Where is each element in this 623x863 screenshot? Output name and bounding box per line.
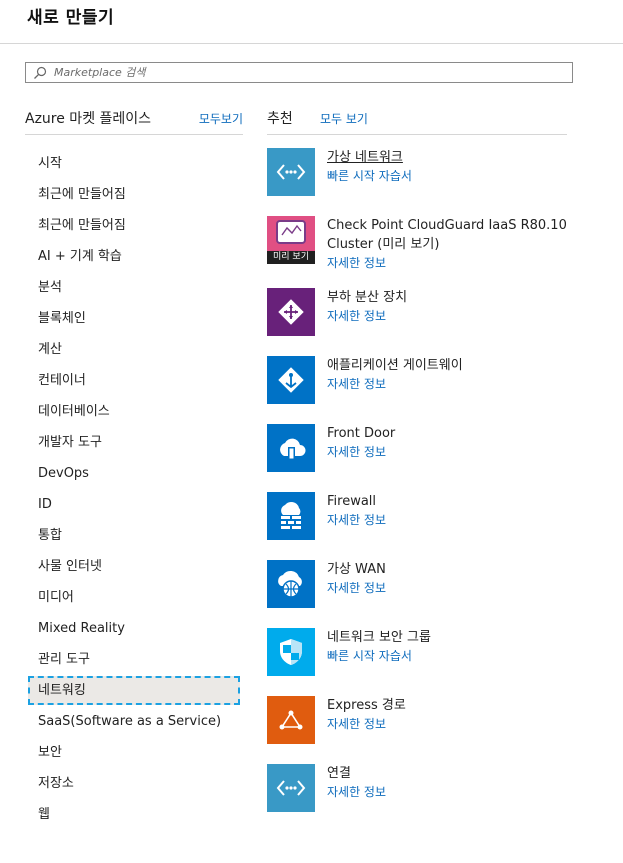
featured-item[interactable]: Express 경로 자세한 정보 xyxy=(267,696,597,764)
marketplace-heading: Azure 마켓 플레이스 xyxy=(25,111,152,127)
page-title: 새로 만들기 xyxy=(27,8,115,28)
featured-item-link[interactable]: 자세한 정보 xyxy=(327,715,595,733)
category-item-selected[interactable]: 네트워킹 xyxy=(28,676,240,705)
featured-item-name[interactable]: 가상 WAN xyxy=(327,560,595,579)
marketplace-search-box[interactable] xyxy=(25,62,573,83)
featured-item-link[interactable]: 자세한 정보 xyxy=(327,443,595,461)
featured-item-link[interactable]: 자세한 정보 xyxy=(327,783,595,801)
search-icon xyxy=(34,66,47,79)
marketplace-header: Azure 마켓 플레이스 모두보기 xyxy=(25,108,243,135)
shield-icon xyxy=(267,628,315,676)
category-item[interactable]: Mixed Reality xyxy=(28,613,240,644)
category-list: 시작 최근에 만들어짐 최근에 만들어짐 AI + 기계 학습 분석 블록체인 … xyxy=(28,148,240,830)
checkpoint-logo-icon: 미리 보기 xyxy=(267,216,315,264)
featured-item-name[interactable]: 가상 네트워크 xyxy=(327,148,595,167)
featured-item[interactable]: 미리 보기 Check Point CloudGuard IaaS R80.10… xyxy=(267,216,597,288)
category-item[interactable]: 사물 인터넷 xyxy=(28,551,240,582)
category-item[interactable]: 웹 xyxy=(28,799,240,830)
featured-item[interactable]: 네트워크 보안 그룹 빠른 시작 자습서 xyxy=(267,628,597,696)
firewall-icon xyxy=(267,492,315,540)
category-item[interactable]: 관리 도구 xyxy=(28,644,240,675)
expressroute-icon xyxy=(267,696,315,744)
featured-item-link[interactable]: 자세한 정보 xyxy=(327,511,595,529)
category-item[interactable]: DevOps xyxy=(28,458,240,489)
category-item[interactable]: 개발자 도구 xyxy=(28,427,240,458)
category-item[interactable]: 보안 xyxy=(28,737,240,768)
featured-item-link[interactable]: 자세한 정보 xyxy=(327,254,595,272)
featured-header: 추천 모두 보기 xyxy=(267,108,567,135)
category-item[interactable]: 미디어 xyxy=(28,582,240,613)
category-item[interactable]: 계산 xyxy=(28,334,240,365)
vnet-icon xyxy=(267,148,315,196)
featured-item-name[interactable]: Firewall xyxy=(327,492,595,511)
featured-item[interactable]: 부하 분산 장치 자세한 정보 xyxy=(267,288,597,356)
featured-item[interactable]: 연결 자세한 정보 xyxy=(267,764,597,832)
featured-item[interactable]: Firewall 자세한 정보 xyxy=(267,492,597,560)
featured-item-name[interactable]: 부하 분산 장치 xyxy=(327,288,595,307)
marketplace-see-all-link[interactable]: 모두보기 xyxy=(199,110,243,127)
category-item[interactable]: 컨테이너 xyxy=(28,365,240,396)
virtual-wan-icon xyxy=(267,560,315,608)
category-item[interactable]: 저장소 xyxy=(28,768,240,799)
app-gateway-icon xyxy=(267,356,315,404)
blade-header: 새로 만들기 xyxy=(0,0,623,44)
featured-item-name[interactable]: 네트워크 보안 그룹 xyxy=(327,628,595,647)
featured-item-link[interactable]: 자세한 정보 xyxy=(327,375,595,393)
featured-item[interactable]: 애플리케이션 게이트웨이 자세한 정보 xyxy=(267,356,597,424)
category-item[interactable]: ID xyxy=(28,489,240,520)
featured-item[interactable]: 가상 네트워크 빠른 시작 자습서 xyxy=(267,148,597,216)
featured-item[interactable]: Front Door 자세한 정보 xyxy=(267,424,597,492)
front-door-icon xyxy=(267,424,315,472)
category-item[interactable]: 통합 xyxy=(28,520,240,551)
category-item[interactable]: 최근에 만들어짐 xyxy=(28,210,240,241)
featured-item-name[interactable]: Check Point CloudGuard IaaS R80.10 Clust… xyxy=(327,216,595,254)
featured-item-name[interactable]: 애플리케이션 게이트웨이 xyxy=(327,356,595,375)
category-item[interactable]: AI + 기계 학습 xyxy=(28,241,240,272)
connection-icon xyxy=(267,764,315,812)
category-item[interactable]: 분석 xyxy=(28,272,240,303)
category-item[interactable]: 시작 xyxy=(28,148,240,179)
featured-see-all-link[interactable]: 모두 보기 xyxy=(320,110,368,127)
featured-item-link[interactable]: 빠른 시작 자습서 xyxy=(327,647,595,665)
featured-item[interactable]: 가상 WAN 자세한 정보 xyxy=(267,560,597,628)
category-item[interactable]: 블록체인 xyxy=(28,303,240,334)
category-item[interactable]: 데이터베이스 xyxy=(28,396,240,427)
load-balancer-icon xyxy=(267,288,315,336)
featured-item-name[interactable]: 연결 xyxy=(327,764,595,783)
category-item[interactable]: SaaS(Software as a Service) xyxy=(28,706,240,737)
featured-item-link[interactable]: 자세한 정보 xyxy=(327,579,595,597)
preview-badge: 미리 보기 xyxy=(267,251,315,264)
category-item[interactable]: 최근에 만들어짐 xyxy=(28,179,240,210)
featured-list: 가상 네트워크 빠른 시작 자습서 미리 보기 Check Point Clou… xyxy=(267,148,597,832)
featured-item-name[interactable]: Front Door xyxy=(327,424,595,443)
featured-heading: 추천 xyxy=(267,111,293,127)
search-input[interactable] xyxy=(54,64,554,81)
featured-item-link[interactable]: 빠른 시작 자습서 xyxy=(327,167,595,185)
featured-item-link[interactable]: 자세한 정보 xyxy=(327,307,595,325)
featured-item-name[interactable]: Express 경로 xyxy=(327,696,595,715)
